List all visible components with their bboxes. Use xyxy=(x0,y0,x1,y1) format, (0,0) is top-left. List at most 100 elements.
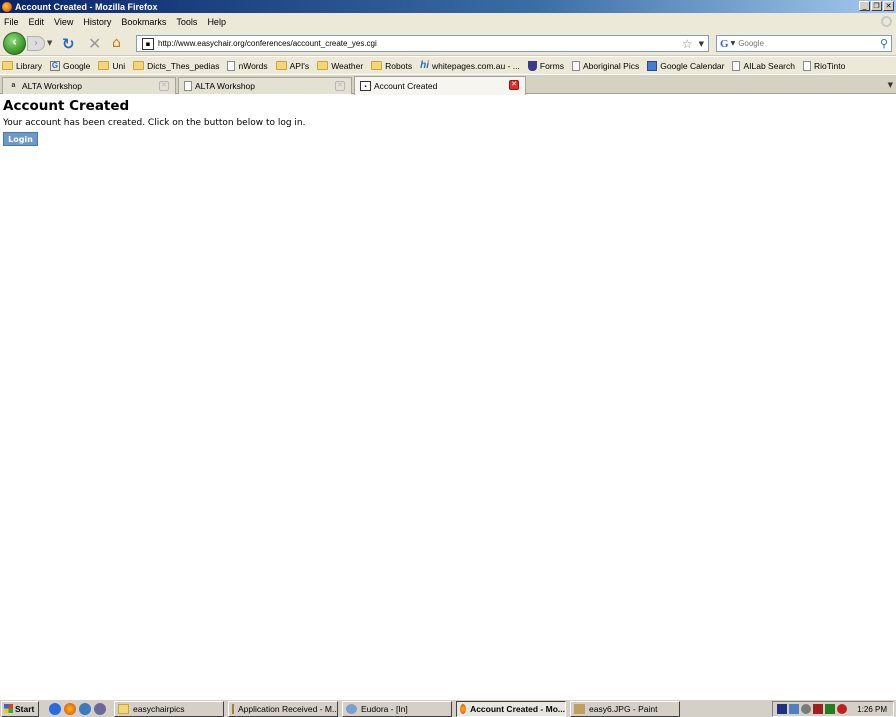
bookmark-nwords[interactable]: nWords xyxy=(227,60,268,71)
folder-icon xyxy=(275,61,287,70)
minimize-button[interactable]: _ xyxy=(859,1,870,11)
bookmark-ailab-search[interactable]: AILab Search xyxy=(732,60,795,71)
system-tray: 1:26 PM xyxy=(772,701,894,717)
page-title: Account Created xyxy=(3,98,130,114)
back-button[interactable]: ‹ xyxy=(3,32,26,55)
firefox-quicklaunch-icon[interactable] xyxy=(64,702,76,715)
tab-strip: a ALTA Workshop ✕ ALTA Workshop ✕ ▪ Acco… xyxy=(0,75,896,95)
history-dropdown-icon[interactable]: ▼ xyxy=(47,39,52,47)
bookmarks-toolbar: Library G Google Uni Dicts_Thes_pedias nW… xyxy=(0,57,896,74)
media-quicklaunch-icon[interactable] xyxy=(94,702,106,715)
bookmark-aboriginal-pics[interactable]: Aboriginal Pics xyxy=(571,60,639,71)
bookmark-google-calendar[interactable]: Google Calendar xyxy=(647,60,724,71)
login-button[interactable]: Login xyxy=(3,132,38,146)
reload-icon[interactable]: ↻ xyxy=(62,35,75,53)
bookmark-forms[interactable]: Forms xyxy=(527,60,564,71)
page-icon xyxy=(184,81,192,91)
menu-view[interactable]: View xyxy=(54,17,73,27)
tray-network-icon[interactable] xyxy=(789,704,799,714)
bookmark-weather[interactable]: Weather xyxy=(317,61,363,71)
folder-icon xyxy=(133,61,145,70)
bookmark-star-icon[interactable]: ☆ xyxy=(682,37,693,51)
folder-icon xyxy=(118,703,129,714)
search-icon[interactable]: ⚲ xyxy=(880,37,888,50)
menu-file[interactable]: File xyxy=(4,17,19,27)
tab-label: ALTA Workshop xyxy=(195,81,255,91)
home-icon[interactable]: ⌂ xyxy=(112,35,121,51)
address-bar[interactable]: ▪ http://www.easychair.org/conferences/a… xyxy=(136,35,709,52)
url-text[interactable]: http://www.easychair.org/conferences/acc… xyxy=(158,39,682,48)
tray-app-icon[interactable] xyxy=(813,704,823,714)
tab-label: ALTA Workshop xyxy=(22,81,82,91)
close-tab-icon[interactable]: ✕ xyxy=(159,81,169,91)
paint-icon xyxy=(574,703,585,714)
bookmark-google[interactable]: G Google xyxy=(49,60,90,71)
menu-bookmarks[interactable]: Bookmarks xyxy=(121,17,166,27)
throbber-icon xyxy=(881,16,892,27)
quick-launch xyxy=(49,702,106,715)
menu-help[interactable]: Help xyxy=(207,17,226,27)
close-tab-icon[interactable]: ✕ xyxy=(509,80,519,90)
page-icon xyxy=(571,60,580,71)
alta-icon: a xyxy=(11,82,16,89)
tray-sync-icon[interactable] xyxy=(801,704,811,714)
firefox-icon xyxy=(460,703,467,714)
calendar-icon xyxy=(647,60,658,71)
title-bar: Account Created - Mozilla Firefox _ ❐ ✕ xyxy=(0,0,896,13)
search-box[interactable]: G ▼ ⚲ xyxy=(716,35,892,52)
close-button[interactable]: ✕ xyxy=(883,1,894,11)
folder-icon xyxy=(98,61,110,70)
bookmark-apis[interactable]: API's xyxy=(275,61,309,71)
tab-label: Account Created xyxy=(374,81,438,91)
start-button[interactable]: Start xyxy=(1,700,39,717)
taskbar: Start easychairpics Application Received… xyxy=(0,699,896,717)
url-dropdown-icon[interactable]: ▼ xyxy=(699,40,704,48)
firefox-icon xyxy=(2,1,12,12)
folder-icon xyxy=(371,61,383,70)
bookmark-robots[interactable]: Robots xyxy=(371,61,412,71)
tab-account-created[interactable]: ▪ Account Created ✕ xyxy=(354,76,526,95)
folder-icon xyxy=(2,61,13,70)
task-easychairpics[interactable]: easychairpics xyxy=(114,700,224,717)
app-quicklaunch-icon[interactable] xyxy=(79,702,91,715)
task-account-created[interactable]: Account Created - Mo... xyxy=(456,700,566,717)
bookmark-uni[interactable]: Uni xyxy=(98,61,125,71)
navigation-toolbar: ‹ › ▼ ↻ ✕ ⌂ ▪ http://www.easychair.org/c… xyxy=(0,30,896,56)
menu-edit[interactable]: Edit xyxy=(29,17,45,27)
hi-icon: hi xyxy=(420,60,429,71)
tray-x-icon[interactable] xyxy=(777,704,787,714)
list-all-tabs-icon[interactable]: ▼ xyxy=(888,81,893,89)
window-title: Account Created - Mozilla Firefox xyxy=(15,1,158,12)
page-icon xyxy=(227,60,236,71)
page-content: Account Created Your account has been cr… xyxy=(0,95,896,699)
google-icon: G xyxy=(49,60,60,71)
site-favicon-icon: ▪ xyxy=(142,37,154,50)
maximize-button[interactable]: ❐ xyxy=(871,1,882,11)
tray-shield-icon[interactable] xyxy=(837,704,847,714)
task-eudora[interactable]: Eudora - [In] xyxy=(342,700,452,717)
bookmark-library[interactable]: Library xyxy=(2,61,42,71)
ie-icon[interactable] xyxy=(49,702,61,715)
folder-icon xyxy=(317,61,329,70)
tray-check-icon[interactable] xyxy=(825,704,835,714)
shield-icon xyxy=(527,60,537,71)
bookmark-riotinto[interactable]: RioTinto xyxy=(803,60,845,71)
forward-button[interactable]: › xyxy=(27,36,45,51)
bookmark-whitepages[interactable]: hi whitepages.com.au - ... xyxy=(420,60,520,71)
tab-alta-workshop-2[interactable]: ALTA Workshop ✕ xyxy=(178,77,352,94)
confirmation-message: Your account has been created. Click on … xyxy=(3,118,306,128)
stop-icon[interactable]: ✕ xyxy=(88,34,101,53)
search-engine-dropdown-icon[interactable]: ▼ xyxy=(731,40,736,47)
search-input[interactable] xyxy=(738,39,869,48)
tab-alta-workshop-1[interactable]: a ALTA Workshop ✕ xyxy=(2,77,176,94)
page-icon xyxy=(732,60,741,71)
menu-tools[interactable]: Tools xyxy=(176,17,197,27)
mail-icon xyxy=(232,703,234,714)
search-engine-icon[interactable]: G xyxy=(720,38,729,50)
task-application-received[interactable]: Application Received - M... xyxy=(228,700,338,717)
windows-logo-icon xyxy=(4,704,13,713)
bookmark-dicts[interactable]: Dicts_Thes_pedias xyxy=(133,61,219,71)
close-tab-icon[interactable]: ✕ xyxy=(335,81,345,91)
task-paint[interactable]: easy6.JPG - Paint xyxy=(570,700,680,717)
menu-history[interactable]: History xyxy=(83,17,111,27)
